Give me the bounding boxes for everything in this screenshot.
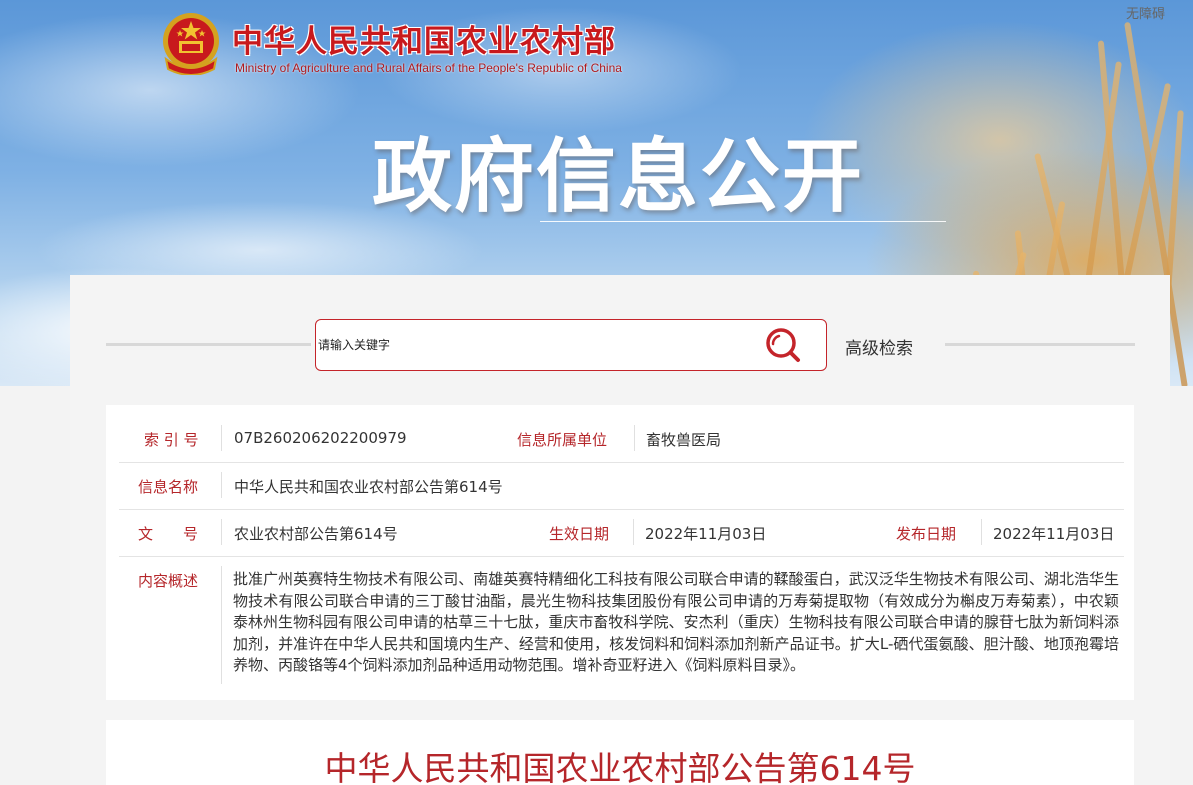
row-divider bbox=[119, 462, 1124, 463]
name-label: 信息名称 bbox=[138, 478, 199, 496]
unit-value: 畜牧兽医局 bbox=[646, 431, 722, 449]
column-divider bbox=[633, 519, 634, 545]
summary-label: 内容概述 bbox=[138, 572, 199, 590]
article-title: 中华人民共和国农业农村部公告第614号 bbox=[324, 749, 916, 785]
column-divider bbox=[221, 425, 222, 451]
column-divider bbox=[981, 519, 982, 545]
name-value: 中华人民共和国农业农村部公告第614号 bbox=[234, 478, 503, 496]
column-divider bbox=[221, 472, 222, 498]
hero-divider bbox=[540, 221, 946, 222]
index-label: 索 引 号 bbox=[144, 431, 199, 449]
search-icon[interactable] bbox=[762, 326, 806, 364]
accessibility-link[interactable]: 无障碍 bbox=[1126, 3, 1165, 22]
search-box bbox=[315, 319, 827, 371]
search-input[interactable] bbox=[316, 320, 756, 370]
effective-date-label: 生效日期 bbox=[549, 525, 610, 543]
advanced-search-link[interactable]: 高级检索 bbox=[845, 334, 913, 359]
index-value: 07B260206202200979 bbox=[234, 429, 407, 447]
national-emblem-icon bbox=[163, 13, 219, 75]
effective-date-value: 2022年11月03日 bbox=[645, 525, 767, 543]
doc-no-value: 农业农村部公告第614号 bbox=[234, 525, 398, 543]
ministry-name-en[interactable]: Ministry of Agriculture and Rural Affair… bbox=[235, 61, 622, 75]
unit-label: 信息所属单位 bbox=[517, 431, 608, 449]
publish-date-label: 发布日期 bbox=[896, 525, 957, 543]
doc-no-label: 文 号 bbox=[138, 525, 199, 543]
search-divider-right bbox=[945, 343, 1135, 346]
article-section: 中华人民共和国农业农村部公告第614号 bbox=[106, 720, 1134, 785]
column-divider bbox=[221, 519, 222, 545]
info-table: 索 引 号 07B260206202200979 信息所属单位 畜牧兽医局 信息… bbox=[106, 405, 1134, 700]
column-divider bbox=[634, 425, 635, 451]
row-divider bbox=[119, 509, 1124, 510]
column-divider bbox=[221, 566, 222, 684]
summary-text: 批准广州英赛特生物技术有限公司、南雄英赛特精细化工科技有限公司联合申请的鞣酸蛋白… bbox=[233, 570, 1119, 674]
hero-title: 政府信息公开 bbox=[372, 130, 864, 223]
ministry-name-cn[interactable]: 中华人民共和国农业农村部 bbox=[232, 16, 616, 61]
search-divider-left bbox=[106, 343, 311, 346]
publish-date-value: 2022年11月03日 bbox=[993, 525, 1115, 543]
row-divider bbox=[119, 556, 1124, 557]
